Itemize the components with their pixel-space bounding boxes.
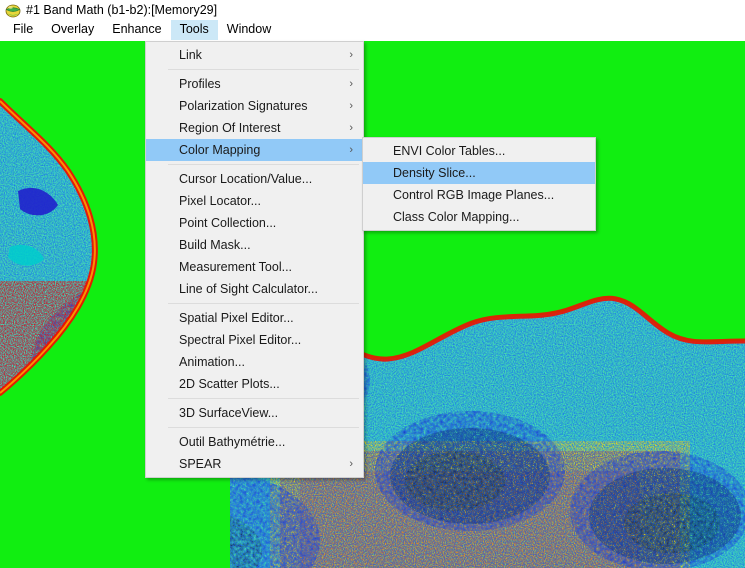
menu-item-label: Spectral Pixel Editor...	[179, 333, 302, 347]
menu-separator	[168, 427, 359, 428]
menu-item-label: 2D Scatter Plots...	[179, 377, 280, 391]
menu-item-label: Polarization Signatures	[179, 99, 308, 113]
menu-item-link[interactable]: Link ›	[146, 44, 363, 66]
menu-item-label: Animation...	[179, 355, 246, 369]
tools-dropdown-menu: Link › Profiles › Polarization Signature…	[145, 41, 364, 478]
chevron-right-icon: ›	[349, 48, 353, 61]
menu-separator	[168, 69, 359, 70]
menu-item-spectral-pixel-editor[interactable]: Spectral Pixel Editor...	[146, 329, 363, 351]
raster-image	[0, 41, 745, 568]
menu-item-label: SPEAR	[179, 457, 222, 471]
menu-item-pixel-locator[interactable]: Pixel Locator...	[146, 190, 363, 212]
menu-item-spear[interactable]: SPEAR ›	[146, 453, 363, 475]
menu-item-label: Build Mask...	[179, 238, 251, 252]
menu-item-measurement-tool[interactable]: Measurement Tool...	[146, 256, 363, 278]
window-title: #1 Band Math (b1-b2):[Memory29]	[26, 2, 218, 17]
menu-item-2d-scatter-plots[interactable]: 2D Scatter Plots...	[146, 373, 363, 395]
title-bar: #1 Band Math (b1-b2):[Memory29]	[0, 0, 745, 19]
menu-item-envi-color-tables[interactable]: ENVI Color Tables...	[363, 140, 595, 162]
menu-bar: File Overlay Enhance Tools Window	[0, 19, 745, 41]
menu-item-line-of-sight-calculator[interactable]: Line of Sight Calculator...	[146, 278, 363, 300]
chevron-right-icon: ›	[349, 77, 353, 90]
menu-item-spatial-pixel-editor[interactable]: Spatial Pixel Editor...	[146, 307, 363, 329]
menu-item-control-rgb-image-planes[interactable]: Control RGB Image Planes...	[363, 184, 595, 206]
menubar-item-tools[interactable]: Tools	[170, 20, 218, 40]
menu-separator	[168, 164, 359, 165]
menu-separator	[168, 303, 359, 304]
menu-item-label: Link	[179, 48, 202, 62]
menubar-item-file[interactable]: File	[4, 20, 42, 40]
menu-item-cursor-location-value[interactable]: Cursor Location/Value...	[146, 168, 363, 190]
menubar-item-enhance[interactable]: Enhance	[103, 20, 170, 40]
menu-item-label: Measurement Tool...	[179, 260, 293, 274]
menu-item-profiles[interactable]: Profiles ›	[146, 73, 363, 95]
chevron-right-icon: ›	[349, 143, 353, 156]
menu-item-3d-surfaceview[interactable]: 3D SurfaceView...	[146, 402, 363, 424]
menu-item-color-mapping[interactable]: Color Mapping ›	[146, 139, 363, 161]
menu-item-region-of-interest[interactable]: Region Of Interest ›	[146, 117, 363, 139]
chevron-right-icon: ›	[349, 121, 353, 134]
menu-item-build-mask[interactable]: Build Mask...	[146, 234, 363, 256]
menu-item-outil-bathymetrie[interactable]: Outil Bathymétrie...	[146, 431, 363, 453]
menu-item-label: Pixel Locator...	[179, 194, 261, 208]
menu-item-label: Density Slice...	[393, 166, 476, 180]
menu-item-label: Profiles	[179, 77, 221, 91]
menu-item-label: Control RGB Image Planes...	[393, 188, 555, 202]
image-display-canvas[interactable]	[0, 41, 745, 568]
menu-item-label: Class Color Mapping...	[393, 210, 520, 224]
menu-item-label: Spatial Pixel Editor...	[179, 311, 294, 325]
menubar-item-window[interactable]: Window	[218, 20, 280, 40]
chevron-right-icon: ›	[349, 99, 353, 112]
chevron-right-icon: ›	[349, 457, 353, 470]
menubar-item-overlay[interactable]: Overlay	[42, 20, 103, 40]
color-mapping-submenu: ENVI Color Tables... Density Slice... Co…	[362, 137, 596, 231]
menu-item-label: Point Collection...	[179, 216, 277, 230]
menu-item-polarization-signatures[interactable]: Polarization Signatures ›	[146, 95, 363, 117]
envi-image-window: #1 Band Math (b1-b2):[Memory29] File Ove…	[0, 0, 745, 568]
menu-item-label: Color Mapping	[179, 143, 261, 157]
menu-separator	[168, 398, 359, 399]
menu-item-animation[interactable]: Animation...	[146, 351, 363, 373]
menu-item-label: 3D SurfaceView...	[179, 406, 279, 420]
menu-item-label: ENVI Color Tables...	[393, 144, 506, 158]
menu-item-density-slice[interactable]: Density Slice...	[363, 162, 595, 184]
envi-globe-icon	[5, 4, 21, 17]
menu-item-label: Cursor Location/Value...	[179, 172, 313, 186]
menu-item-label: Outil Bathymétrie...	[179, 435, 286, 449]
menu-item-point-collection[interactable]: Point Collection...	[146, 212, 363, 234]
menu-item-label: Line of Sight Calculator...	[179, 282, 318, 296]
menu-item-class-color-mapping[interactable]: Class Color Mapping...	[363, 206, 595, 228]
menu-item-label: Region Of Interest	[179, 121, 281, 135]
